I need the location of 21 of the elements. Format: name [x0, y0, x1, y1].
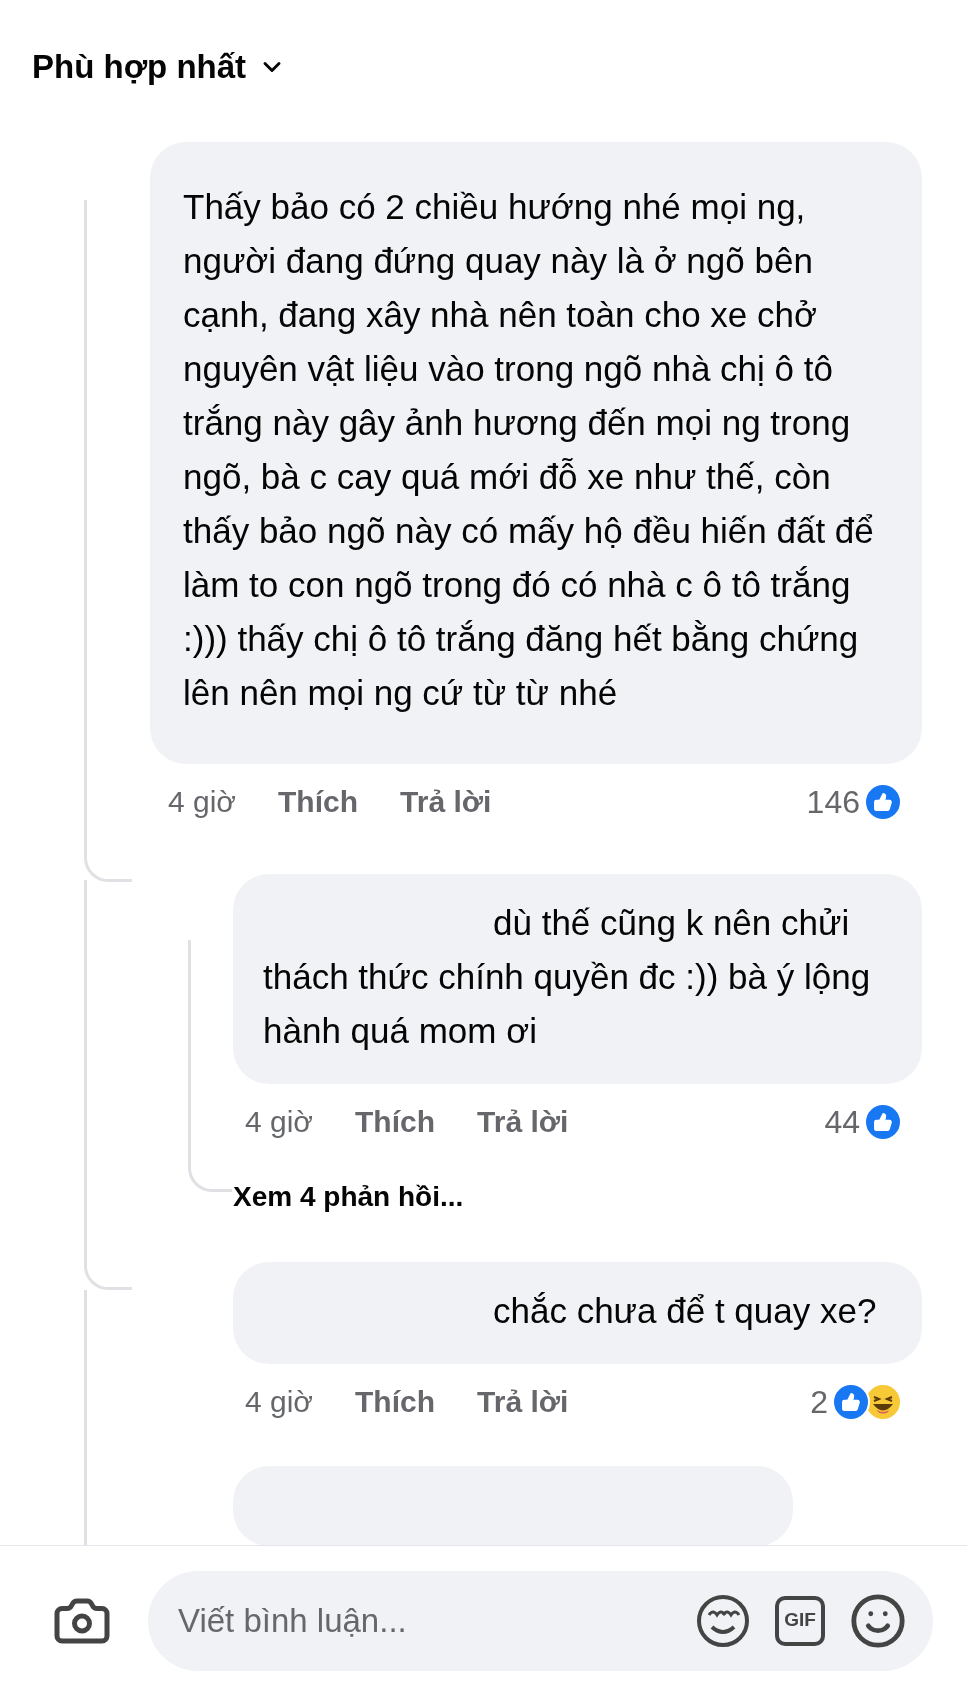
like-button[interactable]: Thích — [355, 1379, 436, 1424]
gif-button[interactable]: GIF — [775, 1595, 825, 1646]
comment-time: 4 giờ — [168, 784, 237, 820]
comment-time: 4 giờ — [245, 1104, 314, 1140]
reply-button[interactable]: Trả lời — [477, 1379, 569, 1424]
view-replies-link[interactable]: Xem 4 phản hồi... — [233, 1175, 464, 1218]
like-button[interactable]: Thích — [278, 779, 359, 824]
sort-dropdown[interactable]: Phù hợp nhất — [32, 42, 287, 92]
reaction-count: 146 — [806, 782, 860, 822]
comment-input[interactable]: Viết bình luận... GIF — [148, 1570, 933, 1671]
reply-button[interactable]: Trả lời — [477, 1099, 569, 1144]
comment-time: 4 giờ — [245, 1384, 314, 1420]
reply-button[interactable]: Trả lời — [400, 779, 492, 824]
comment-text: Thấy bảo có 2 chiều hướng nhé mọi ng, người đang đứng quay này là ở ngõ bên cạnh, đang xây nhà nên toàn cho xe chở nguyên vật liệu vào trong ngõ nhà chị ô tô trắng này gây ảnh hương đến mọi ng trong ngõ, bà c cay quá mới đỗ xe như thế, còn thấy bảo ngõ này có mấy hộ đều hiến đất để làm to con ngõ trong đó có nhà c ô tô trắng :))) thấy chị ô tô trắng đăng hết bằng chứng lên nên mọi ng cứ từ từ nhé — [183, 185, 875, 714]
comment-text: chắc chưa để t quay xe? — [492, 1289, 878, 1332]
reaction-count: 2 — [810, 1382, 828, 1422]
like-button[interactable]: Thích — [355, 1099, 436, 1144]
comment-text: dù thế cũng k nên chửi thách thức chính quyền đc :)) bà ý lộng hành quá mom ơi — [263, 901, 872, 1052]
reaction-count: 44 — [824, 1102, 860, 1142]
sticker-icon[interactable] — [695, 1592, 751, 1649]
emoji-icon[interactable] — [849, 1591, 907, 1650]
